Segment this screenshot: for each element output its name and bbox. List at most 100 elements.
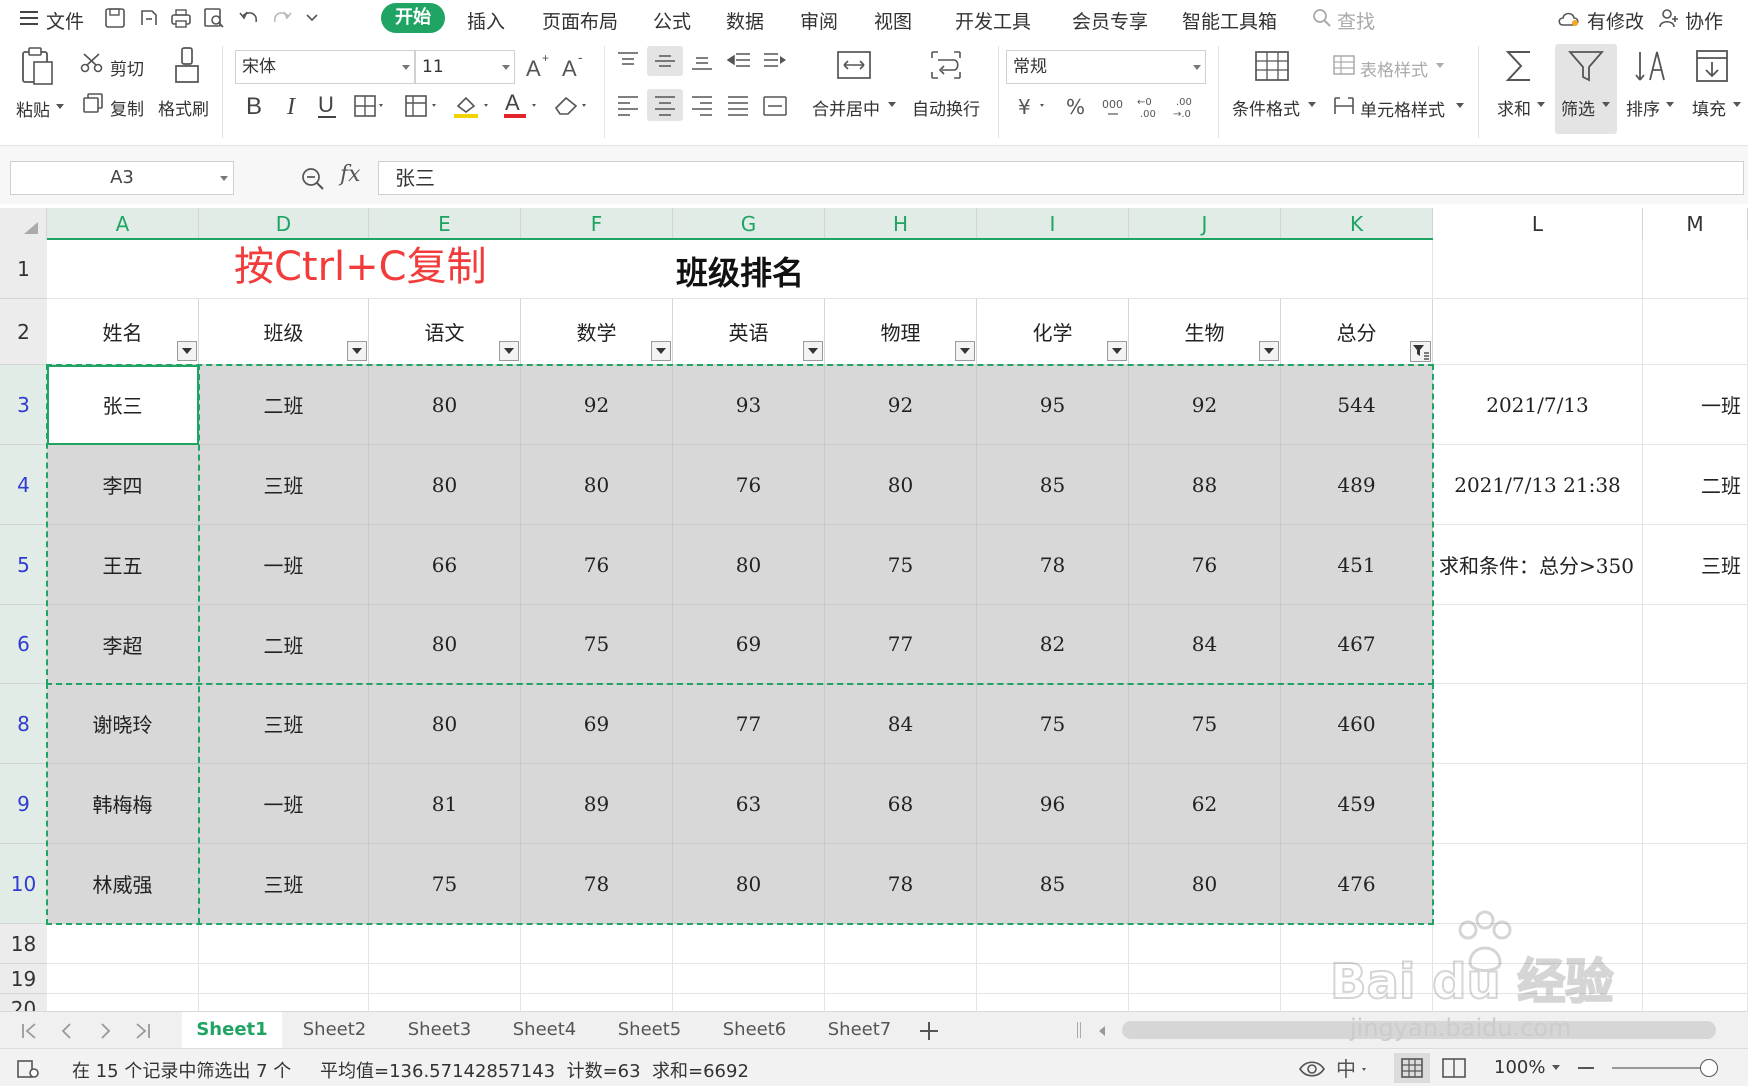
cell-e20[interactable] xyxy=(369,994,521,1011)
decrease-font-icon[interactable]: A- xyxy=(560,52,588,80)
tab-home[interactable]: 开始 xyxy=(381,3,445,33)
align-right-icon[interactable] xyxy=(690,94,714,116)
normal-view-icon[interactable] xyxy=(1401,1058,1423,1078)
chevron-down-icon[interactable] xyxy=(1552,1065,1560,1071)
underline-icon[interactable]: U xyxy=(316,92,340,120)
cut-button[interactable]: 剪切 xyxy=(110,55,144,80)
justify-icon[interactable] xyxy=(726,94,750,116)
collaborate-button[interactable]: 协作 xyxy=(1685,7,1723,34)
hamburger-icon[interactable] xyxy=(20,10,40,28)
tab-view[interactable]: 视图 xyxy=(874,7,912,34)
outdent-icon[interactable] xyxy=(726,50,752,72)
col-header-g[interactable]: G xyxy=(673,208,825,240)
cell-l1[interactable] xyxy=(1433,240,1643,299)
cell-l4[interactable]: 2021/7/13 21:38 xyxy=(1433,445,1643,525)
fx-label[interactable]: fx xyxy=(340,162,361,187)
cell-m1[interactable] xyxy=(1643,240,1748,299)
cell-e18[interactable] xyxy=(369,924,521,964)
wrap-text-button[interactable]: 自动换行 xyxy=(912,95,980,120)
tab-sheet6[interactable]: Sheet6 xyxy=(702,1012,807,1048)
increase-font-icon[interactable]: A + xyxy=(524,52,552,80)
row-header-2[interactable]: 2 xyxy=(0,299,47,365)
align-center-icon[interactable] xyxy=(653,94,677,116)
cell-a19[interactable] xyxy=(47,964,199,994)
tab-data[interactable]: 数据 xyxy=(726,7,764,34)
cell-e19[interactable] xyxy=(369,964,521,994)
col-header-k[interactable]: K xyxy=(1281,208,1433,240)
copy-button[interactable]: 复制 xyxy=(110,95,144,120)
last-sheet-icon[interactable] xyxy=(134,1022,152,1040)
tab-page-layout[interactable]: 页面布局 xyxy=(542,7,618,34)
row-header-20[interactable]: 20 xyxy=(0,994,47,1011)
tab-sheet1[interactable]: Sheet1 xyxy=(182,1012,282,1048)
conditional-format-button[interactable]: 条件格式 xyxy=(1232,95,1300,120)
paste-button[interactable]: 粘贴 xyxy=(16,96,50,121)
chevron-down-icon[interactable] xyxy=(1308,102,1316,108)
print-preview-icon[interactable] xyxy=(203,7,225,29)
cell-f19[interactable] xyxy=(521,964,673,994)
tab-sheet5[interactable]: Sheet5 xyxy=(597,1012,702,1048)
merge-center-icon[interactable] xyxy=(836,48,872,82)
chevron-down-icon[interactable] xyxy=(1456,103,1464,109)
percent-icon[interactable]: % xyxy=(1064,94,1088,120)
col-header-m[interactable]: M xyxy=(1643,208,1748,240)
row-header-4[interactable]: 4 xyxy=(0,445,47,525)
col-header-l[interactable]: L xyxy=(1433,208,1643,240)
align-left-icon[interactable] xyxy=(616,94,640,116)
cell-m4[interactable]: 二班 xyxy=(1643,445,1748,525)
cell-m8[interactable] xyxy=(1643,684,1748,764)
cell-g20[interactable] xyxy=(673,994,825,1011)
sum-icon[interactable] xyxy=(1504,48,1536,84)
cell-m3[interactable]: 一班 xyxy=(1643,365,1748,445)
tab-developer[interactable]: 开发工具 xyxy=(955,7,1031,34)
cell-j20[interactable] xyxy=(1129,994,1281,1011)
align-bottom-icon[interactable] xyxy=(690,50,714,72)
cell-l6[interactable] xyxy=(1433,605,1643,684)
chevron-down-icon[interactable] xyxy=(888,102,896,108)
macro-icon[interactable] xyxy=(16,1058,40,1080)
filter-dropdown-english[interactable] xyxy=(803,341,823,361)
filter-dropdown-class[interactable] xyxy=(347,341,367,361)
cell-m6[interactable] xyxy=(1643,605,1748,684)
thousands-icon[interactable]: 000 xyxy=(1100,94,1128,120)
tab-sheet2[interactable]: Sheet2 xyxy=(282,1012,387,1048)
tab-sheet3[interactable]: Sheet3 xyxy=(387,1012,492,1048)
row-header-10[interactable]: 10 xyxy=(0,844,47,924)
cell-a20[interactable] xyxy=(47,994,199,1011)
decrease-decimal-icon[interactable]: .00→.0 xyxy=(1172,94,1200,120)
cell-g19[interactable] xyxy=(673,964,825,994)
paste-icon[interactable] xyxy=(20,46,56,88)
cell-l9[interactable] xyxy=(1433,764,1643,844)
filter-dropdown-chemistry[interactable] xyxy=(1107,341,1127,361)
cell-h19[interactable] xyxy=(825,964,977,994)
chevron-down-icon[interactable] xyxy=(1193,65,1201,71)
page-layout-view-icon[interactable] xyxy=(1442,1058,1466,1078)
font-color-icon[interactable]: A xyxy=(502,90,542,120)
cell-style-button[interactable]: 单元格样式 xyxy=(1360,96,1445,121)
row-header-1[interactable]: 1 xyxy=(0,240,47,299)
save-icon[interactable] xyxy=(104,7,126,29)
col-header-a[interactable]: A xyxy=(47,208,199,240)
zoom-level[interactable]: 100% xyxy=(1494,1057,1545,1078)
col-header-h[interactable]: H xyxy=(825,208,977,240)
first-sheet-icon[interactable] xyxy=(20,1022,38,1040)
name-box[interactable]: A3 xyxy=(10,161,234,195)
row-header-8[interactable]: 8 xyxy=(0,684,47,764)
cell-g18[interactable] xyxy=(673,924,825,964)
cell-i20[interactable] xyxy=(977,994,1129,1011)
filter-dropdown-math[interactable] xyxy=(651,341,671,361)
tab-sheet4[interactable]: Sheet4 xyxy=(492,1012,597,1048)
zoom-slider-thumb[interactable] xyxy=(1700,1059,1718,1077)
input-method-icon[interactable]: 中 xyxy=(1336,1057,1370,1081)
file-menu[interactable]: 文件 xyxy=(46,7,84,34)
tab-sheet7[interactable]: Sheet7 xyxy=(807,1012,912,1048)
cell-style-icon[interactable] xyxy=(1332,95,1356,117)
export-icon[interactable] xyxy=(138,7,160,29)
filter-dropdown-physics[interactable] xyxy=(955,341,975,361)
zoom-formula-icon[interactable] xyxy=(300,166,326,192)
eraser-icon[interactable] xyxy=(552,92,592,120)
merge-center-button[interactable]: 合并居中 xyxy=(812,95,880,120)
chevron-down-icon[interactable] xyxy=(1537,102,1545,108)
cell-d18[interactable] xyxy=(199,924,369,964)
tab-splitter[interactable] xyxy=(1077,1022,1081,1038)
